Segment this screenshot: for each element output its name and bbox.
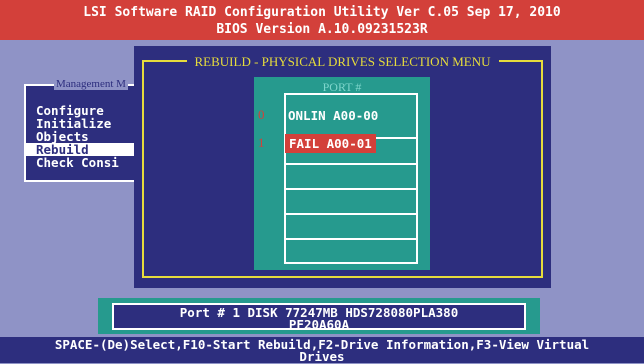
key-help-bar: SPACE-(De)Select,F10-Start Rebuild,F2-Dr…: [0, 337, 644, 363]
bios-version: BIOS Version A.10.09231523R: [216, 22, 428, 37]
drive-entry-1[interactable]: FAIL A00-01: [285, 134, 376, 153]
rebuild-dialog-title: REBUILD - PHYSICAL DRIVES SELECTION MENU: [186, 54, 499, 70]
row-divider: [286, 238, 416, 240]
row-divider: [286, 213, 416, 215]
utility-title: LSI Software RAID Configuration Utility …: [83, 5, 561, 20]
row-divider: [286, 163, 416, 165]
drive-info-line2: PF20A60A: [288, 317, 350, 332]
management-menu-list: Configure Initialize Objects Rebuild Che…: [26, 104, 146, 169]
drive-entry-0[interactable]: ONLIN A00-00: [288, 108, 378, 123]
row-divider: [286, 188, 416, 190]
port-number-1: 1: [258, 135, 265, 150]
title-bar: LSI Software RAID Configuration Utility …: [0, 0, 644, 40]
management-menu: Management M Configure Initialize Object…: [24, 78, 146, 182]
management-menu-title: Management M: [54, 78, 128, 90]
key-help-line2: Drives: [299, 349, 345, 364]
drive-info-bar: Port # 1 DISK 77247MB HDS728080PLA380 PF…: [98, 298, 540, 334]
drive-list-panel: PORT # 0 1 ONLIN A00-00 FAIL A00-01: [254, 77, 430, 270]
menu-item-check-consistency[interactable]: Check Consi: [36, 156, 146, 169]
port-number-0: 0: [258, 107, 265, 122]
drive-info: Port # 1 DISK 77247MB HDS728080PLA380 PF…: [112, 303, 526, 332]
